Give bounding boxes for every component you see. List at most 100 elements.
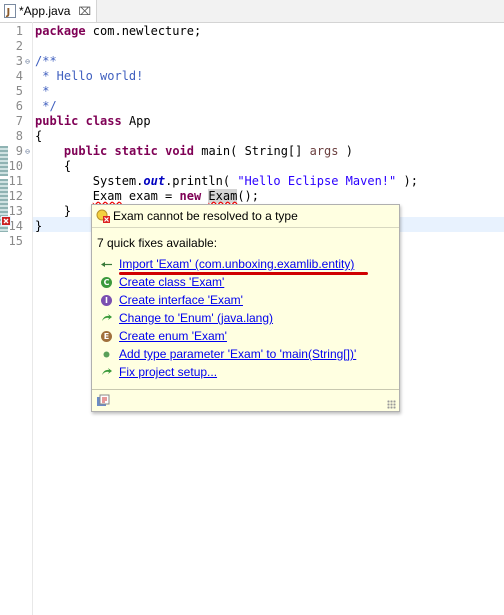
code-token: main( String[] bbox=[194, 144, 310, 158]
code-token: static bbox=[114, 144, 158, 158]
code-line[interactable]: * bbox=[35, 84, 49, 99]
java-file-icon: J bbox=[4, 4, 16, 18]
fold-toggle-icon[interactable]: ⊖ bbox=[23, 144, 32, 159]
code-line[interactable]: /** bbox=[35, 54, 57, 69]
code-line[interactable]: } bbox=[35, 219, 42, 234]
quick-fix-label[interactable]: Change to 'Enum' (java.lang) bbox=[119, 311, 273, 325]
close-icon[interactable]: ⌧ bbox=[78, 5, 91, 18]
code-token: public bbox=[63, 144, 108, 158]
popup-header: Exam cannot be resolved to a type bbox=[92, 205, 399, 228]
code-line[interactable]: * Hello world! bbox=[35, 69, 143, 84]
line-number: 3 bbox=[15, 54, 23, 68]
quick-fix-label[interactable]: Create class 'Exam' bbox=[119, 275, 224, 289]
line-number: 11 bbox=[8, 174, 23, 188]
quick-fix-label[interactable]: Create interface 'Exam' bbox=[119, 293, 243, 307]
code-token: out bbox=[143, 174, 166, 188]
tab-app-java[interactable]: J *App.java ⌧ bbox=[0, 0, 97, 22]
code-token: class bbox=[85, 114, 122, 128]
code-token: package bbox=[35, 24, 86, 38]
preferences-icon[interactable] bbox=[96, 394, 110, 408]
quick-fix-count: 7 quick fixes available: bbox=[97, 236, 218, 250]
code-line[interactable]: { bbox=[35, 129, 42, 144]
code-line[interactable]: System.out.println( "Hello Eclipse Maven… bbox=[35, 174, 418, 189]
code-token: Exam bbox=[208, 189, 238, 203]
code-token: (); bbox=[237, 189, 260, 203]
line-number: 12 bbox=[8, 189, 23, 203]
error-lightbulb-icon bbox=[96, 209, 110, 223]
quick-fix-item[interactable]: C Create class 'Exam' bbox=[100, 273, 224, 291]
code-token: App bbox=[121, 114, 151, 128]
code-token: public bbox=[35, 114, 79, 128]
code-token: * Hello world! bbox=[35, 69, 144, 83]
code-token: System. bbox=[35, 174, 144, 188]
code-token: "Hello Eclipse Maven!" bbox=[237, 174, 397, 188]
quick-fix-item[interactable]: Change to 'Enum' (java.lang) bbox=[100, 309, 273, 327]
code-token: com.newlecture; bbox=[85, 24, 202, 38]
line-number: 4 bbox=[15, 69, 23, 83]
code-token: args bbox=[309, 144, 339, 158]
quick-fix-label[interactable]: Create enum 'Exam' bbox=[119, 329, 227, 343]
editor-tab-bar: J *App.java ⌧ bbox=[0, 0, 504, 23]
quick-fix-item[interactable]: E Create enum 'Exam' bbox=[100, 327, 227, 345]
code-token: ) bbox=[338, 144, 353, 158]
popup-footer bbox=[92, 389, 399, 412]
code-token: { bbox=[35, 159, 72, 173]
code-token: } bbox=[35, 219, 43, 233]
line-number: 2 bbox=[15, 39, 23, 53]
quick-fix-item[interactable]: Fix project setup... bbox=[100, 363, 217, 381]
import-icon bbox=[100, 258, 113, 271]
quick-fix-label[interactable]: Fix project setup... bbox=[119, 365, 217, 379]
quick-fix-popup: Exam cannot be resolved to a type 7 quic… bbox=[91, 204, 400, 412]
error-marker-icon[interactable] bbox=[1, 216, 11, 226]
line-number: 1 bbox=[15, 24, 23, 38]
quick-fix-label[interactable]: Import 'Exam' (com.unboxing.examlib.enti… bbox=[119, 257, 354, 271]
line-number: 5 bbox=[15, 84, 23, 98]
resize-grip[interactable] bbox=[387, 400, 396, 409]
error-message: Exam cannot be resolved to a type bbox=[113, 209, 298, 223]
code-line[interactable]: */ bbox=[35, 99, 57, 114]
fold-toggle-icon[interactable]: ⊖ bbox=[23, 54, 32, 69]
enum-icon: E bbox=[100, 330, 113, 343]
code-token: Exam bbox=[92, 189, 122, 203]
code-token: exam = bbox=[121, 189, 180, 203]
code-line[interactable]: public class App bbox=[35, 114, 151, 129]
quick-fix-label[interactable]: Add type parameter 'Exam' to 'main(Strin… bbox=[119, 347, 356, 361]
code-token: } bbox=[35, 204, 72, 218]
code-token: ); bbox=[396, 174, 418, 188]
tab-label: *App.java bbox=[19, 4, 71, 18]
line-number: 15 bbox=[8, 234, 23, 248]
code-token: void bbox=[165, 144, 194, 158]
interface-icon: I bbox=[100, 294, 113, 307]
setup-icon bbox=[100, 366, 113, 379]
line-number: 8 bbox=[15, 129, 23, 143]
code-token: */ bbox=[35, 99, 57, 113]
code-line[interactable]: { bbox=[35, 159, 71, 174]
line-number: 10 bbox=[8, 159, 23, 173]
class-icon: C bbox=[100, 276, 113, 289]
code-token: .println( bbox=[165, 174, 238, 188]
code-line[interactable]: package com.newlecture; bbox=[35, 24, 201, 39]
line-number: 9 bbox=[15, 144, 23, 158]
code-token: new bbox=[179, 189, 202, 203]
change-icon bbox=[100, 312, 113, 325]
gutter-divider bbox=[32, 22, 33, 615]
code-line[interactable]: public static void main( String[] args ) bbox=[35, 144, 353, 159]
line-number: 7 bbox=[15, 114, 23, 128]
code-token: { bbox=[35, 129, 43, 143]
quick-fix-item[interactable]: I Create interface 'Exam' bbox=[100, 291, 243, 309]
quick-fix-item[interactable]: Import 'Exam' (com.unboxing.examlib.enti… bbox=[100, 255, 354, 273]
svg-text:J: J bbox=[6, 7, 11, 18]
code-line[interactable]: } bbox=[35, 204, 71, 219]
annotation-underline bbox=[119, 272, 368, 275]
code-token: * bbox=[35, 84, 50, 98]
quick-fix-item[interactable]: Add type parameter 'Exam' to 'main(Strin… bbox=[100, 345, 356, 363]
line-number: 6 bbox=[15, 99, 23, 113]
code-line[interactable]: Exam exam = new Exam(); bbox=[35, 189, 259, 204]
code-token: /** bbox=[35, 54, 57, 68]
type-param-icon bbox=[100, 348, 113, 361]
